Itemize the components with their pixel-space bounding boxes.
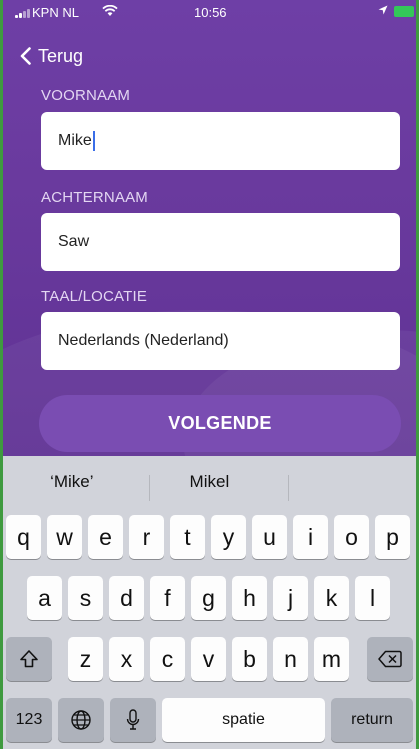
app-screen: KPN NL 10:56 Terug VOORNAAM Mike ACHTERN… xyxy=(3,0,416,749)
return-key[interactable]: return xyxy=(331,698,413,742)
dictation-key[interactable] xyxy=(110,698,156,742)
form-area: KPN NL 10:56 Terug VOORNAAM Mike ACHTERN… xyxy=(3,0,416,456)
back-button[interactable]: Terug xyxy=(20,42,83,70)
wifi-icon xyxy=(102,4,118,20)
clock: 10:56 xyxy=(194,5,227,20)
signal-icon xyxy=(15,9,30,18)
key-a[interactable]: a xyxy=(27,576,62,620)
space-key[interactable]: spatie xyxy=(162,698,325,742)
suggestion-divider xyxy=(149,475,150,501)
key-v[interactable]: v xyxy=(191,637,226,681)
chevron-left-icon xyxy=(20,47,31,65)
backspace-icon xyxy=(378,650,402,668)
key-y[interactable]: y xyxy=(211,515,246,559)
suggestion-item[interactable]: ‘Mike’ xyxy=(3,472,141,492)
last-name-value: Saw xyxy=(58,233,90,250)
back-label: Terug xyxy=(38,45,84,66)
shift-icon xyxy=(20,650,38,668)
shift-key[interactable] xyxy=(6,637,52,681)
key-z[interactable]: z xyxy=(68,637,103,681)
key-r[interactable]: r xyxy=(129,515,164,559)
key-g[interactable]: g xyxy=(191,576,226,620)
first-name-value: Mike xyxy=(58,132,92,149)
key-n[interactable]: n xyxy=(273,637,308,681)
key-x[interactable]: x xyxy=(109,637,144,681)
key-k[interactable]: k xyxy=(314,576,349,620)
location-arrow-icon xyxy=(378,4,388,18)
text-caret xyxy=(92,131,95,151)
locale-field[interactable]: Nederlands (Nederland) xyxy=(41,312,400,370)
next-button[interactable]: VOLGENDE xyxy=(39,395,401,452)
key-h[interactable]: h xyxy=(232,576,267,620)
delete-key[interactable] xyxy=(367,637,413,681)
key-j[interactable]: j xyxy=(273,576,308,620)
key-l[interactable]: l xyxy=(355,576,390,620)
key-p[interactable]: p xyxy=(375,515,410,559)
numbers-key[interactable]: 123 xyxy=(6,698,52,742)
last-name-label: ACHTERNAAM xyxy=(41,189,149,206)
key-t[interactable]: t xyxy=(170,515,205,559)
key-e[interactable]: e xyxy=(88,515,123,559)
key-m[interactable]: m xyxy=(314,637,349,681)
key-d[interactable]: d xyxy=(109,576,144,620)
status-bar: KPN NL 10:56 xyxy=(3,0,416,26)
carrier-name: KPN NL xyxy=(32,5,79,20)
key-q[interactable]: q xyxy=(6,515,41,559)
key-f[interactable]: f xyxy=(150,576,185,620)
suggestion-item[interactable]: Mikel xyxy=(141,472,279,492)
key-b[interactable]: b xyxy=(232,637,267,681)
globe-key[interactable] xyxy=(58,698,104,742)
key-o[interactable]: o xyxy=(334,515,369,559)
suggestion-divider xyxy=(288,475,289,501)
first-name-label: VOORNAAM xyxy=(41,87,131,104)
key-i[interactable]: i xyxy=(293,515,328,559)
keyboard: ‘Mike’ Mikel q w e r t y u i o p a s d f… xyxy=(3,456,416,749)
key-w[interactable]: w xyxy=(47,515,82,559)
locale-value: Nederlands (Nederland) xyxy=(58,332,229,349)
first-name-field[interactable]: Mike xyxy=(41,112,400,170)
battery-icon xyxy=(394,6,414,17)
last-name-field[interactable]: Saw xyxy=(41,213,400,271)
suggestion-bar: ‘Mike’ Mikel xyxy=(3,456,416,508)
locale-label: TAAL/LOCATIE xyxy=(41,288,148,305)
microphone-icon xyxy=(126,709,140,730)
key-s[interactable]: s xyxy=(68,576,103,620)
key-c[interactable]: c xyxy=(150,637,185,681)
globe-icon xyxy=(71,710,91,730)
key-u[interactable]: u xyxy=(252,515,287,559)
